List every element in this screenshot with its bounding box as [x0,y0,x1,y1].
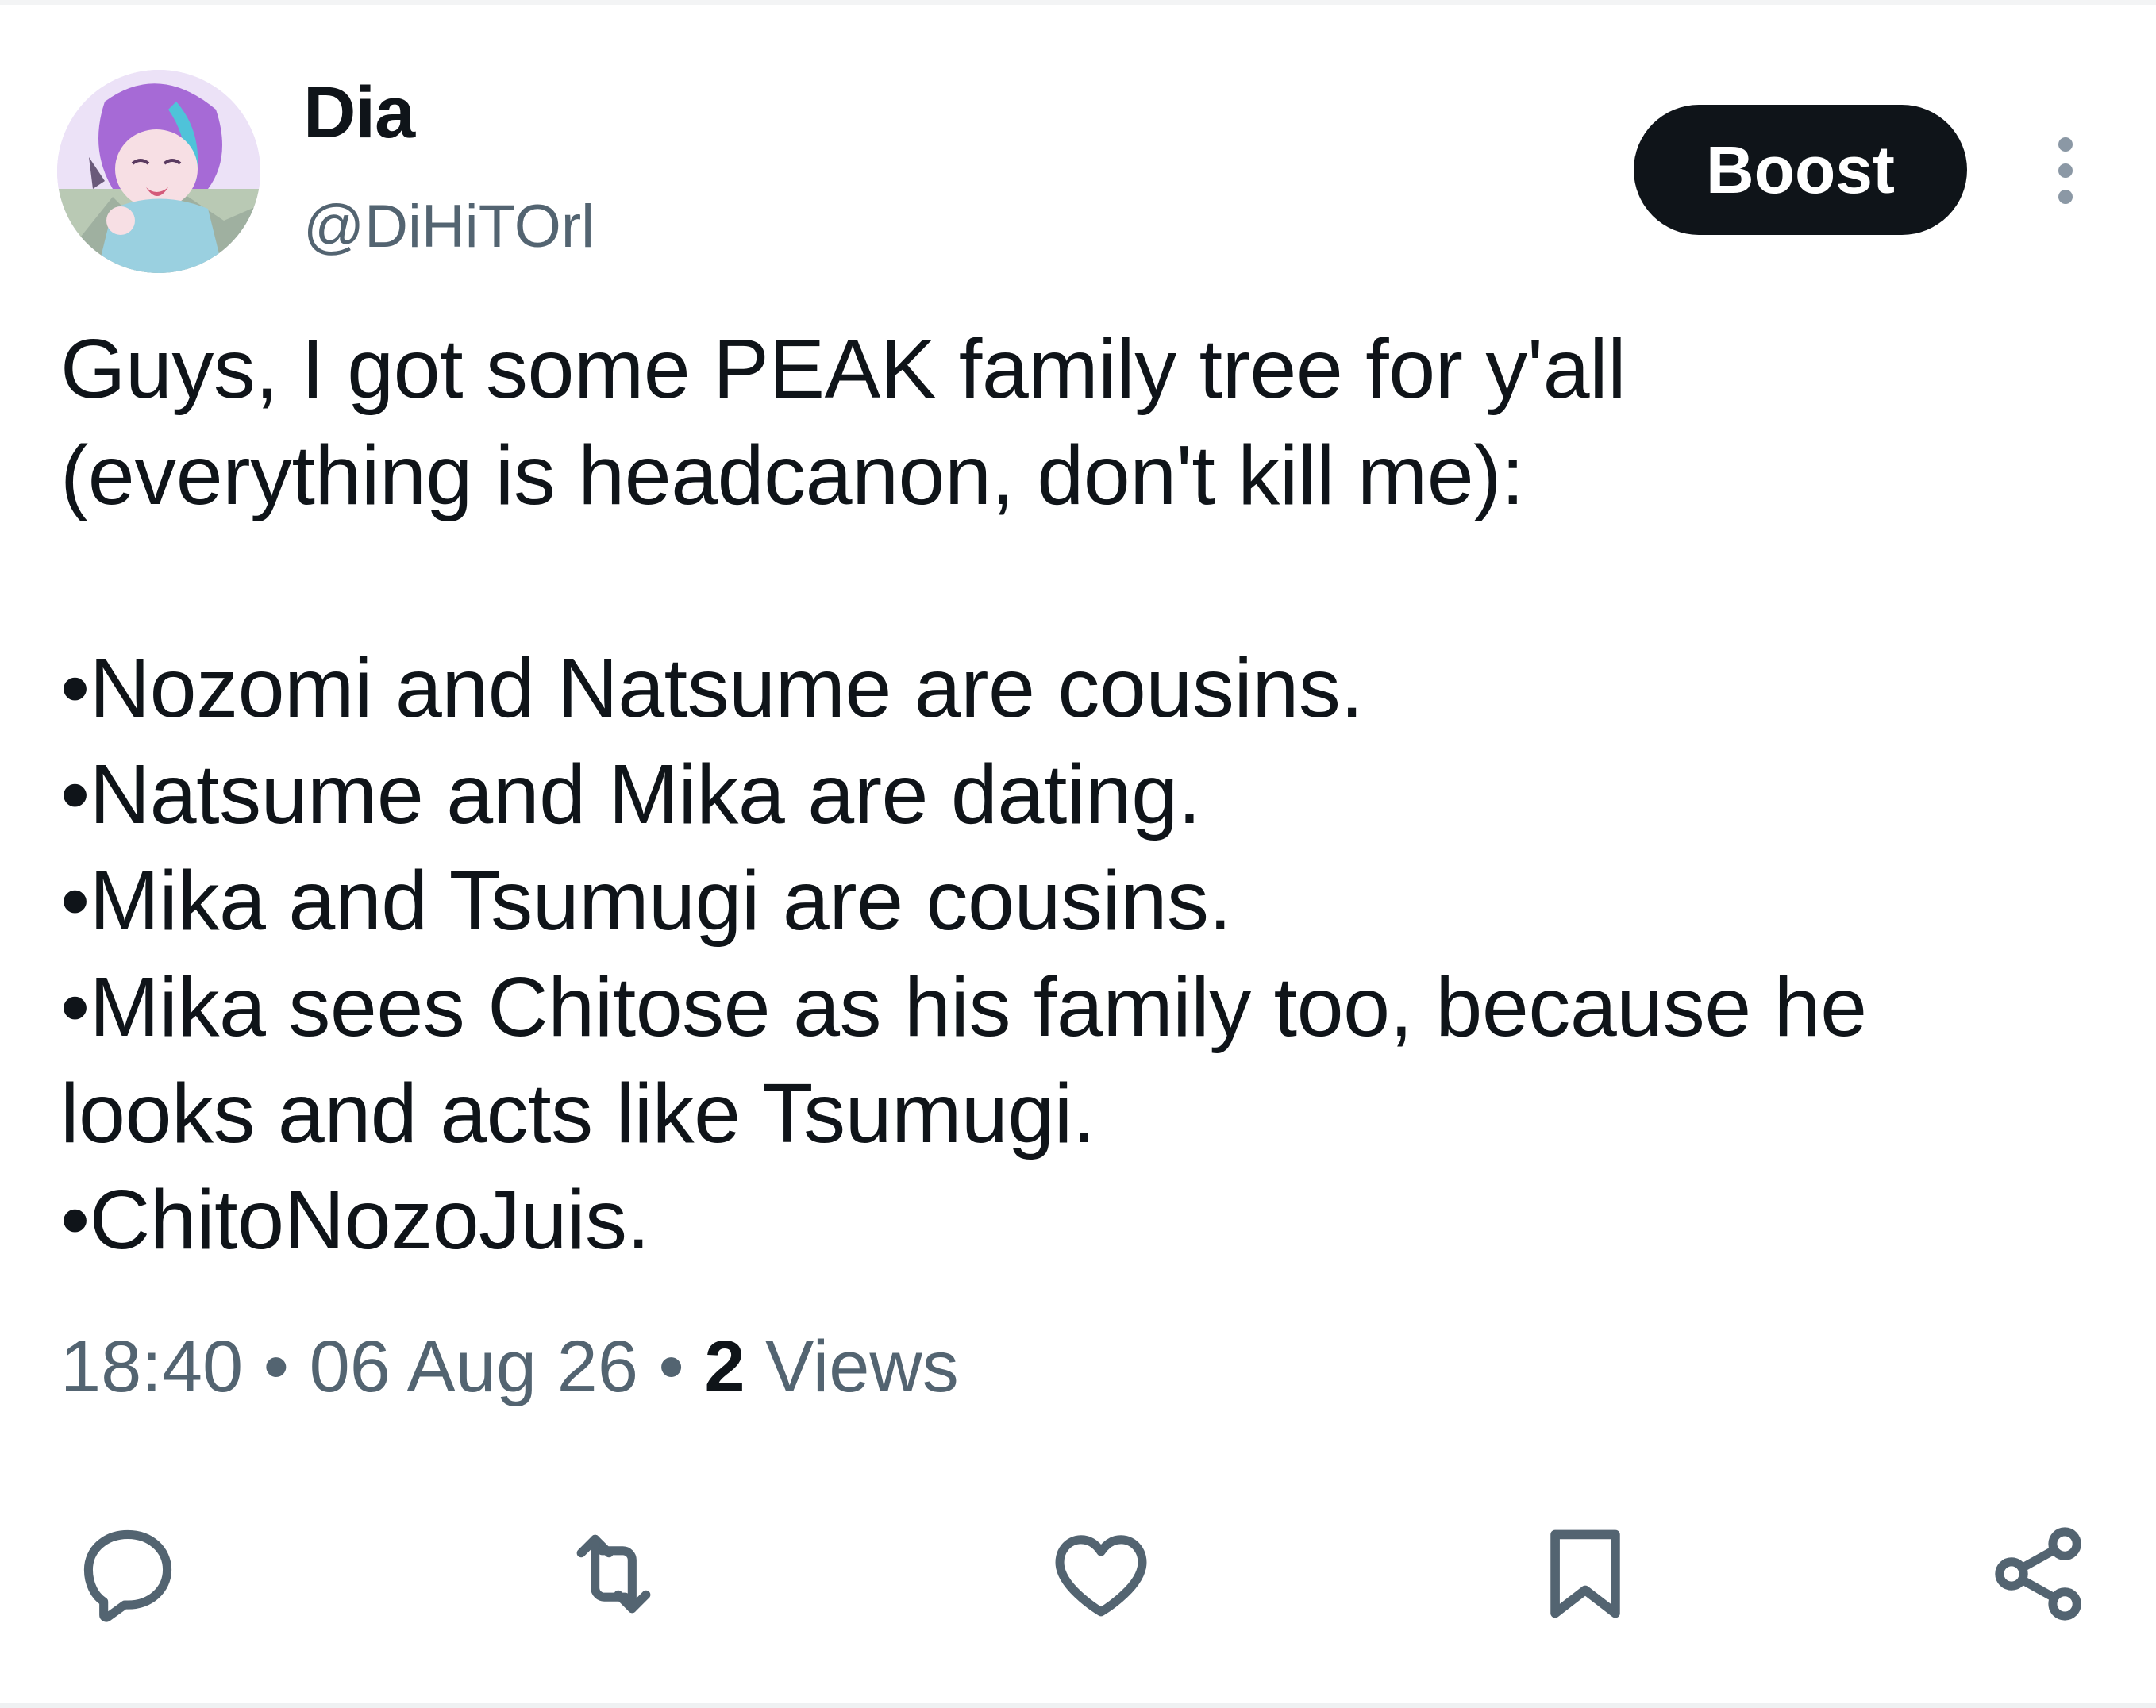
tweet-text-line: •Mika and Tsumugi are cousins. [60,854,1232,948]
reply-icon[interactable] [68,1514,187,1633]
tweet-time[interactable]: 18:40 [60,1326,243,1407]
meta-separator: • [243,1326,310,1407]
tweet-meta: 18:40 • 06 Aug 26 • 2 Views [60,1330,959,1403]
heart-icon[interactable] [1041,1514,1161,1633]
boost-button[interactable]: Boost [1634,105,1967,235]
views-label[interactable]: Views [745,1326,959,1407]
bookmark-icon[interactable] [1526,1514,1645,1633]
top-divider [0,0,2156,5]
tweet-text-line: •ChitoNozoJuis. [60,1173,650,1267]
tweet-text: Guys, I got some PEAK family tree for y'… [60,316,2092,1273]
meta-separator: • [637,1326,705,1407]
tweet-text-line: (everything is headcanon, don't kill me)… [60,429,1524,522]
retweet-icon[interactable] [554,1514,673,1633]
user-handle[interactable]: @DiHiTOrl [303,197,595,257]
tweet-text-line: •Nozomi and Natsume are cousins. [60,641,1364,735]
tweet-date[interactable]: 06 Aug 26 [310,1326,638,1407]
tweet-text-blank-line [60,529,2092,635]
views-count[interactable]: 2 [704,1326,745,1407]
tweet-text-line: Guys, I got some PEAK family tree for y'… [60,322,1627,416]
avatar[interactable] [57,70,260,273]
bottom-divider [0,1703,2156,1708]
tweet-text-line: looks and acts like Tsumugi. [60,1067,1095,1160]
tweet-text-line: •Mika sees Chitose as his family too, be… [60,960,1867,1054]
share-icon[interactable] [1980,1514,2099,1633]
tweet-text-line: •Natsume and Mika are dating. [60,748,1201,841]
display-name[interactable]: Dia [303,76,415,149]
more-vertical-icon[interactable] [2050,135,2081,206]
